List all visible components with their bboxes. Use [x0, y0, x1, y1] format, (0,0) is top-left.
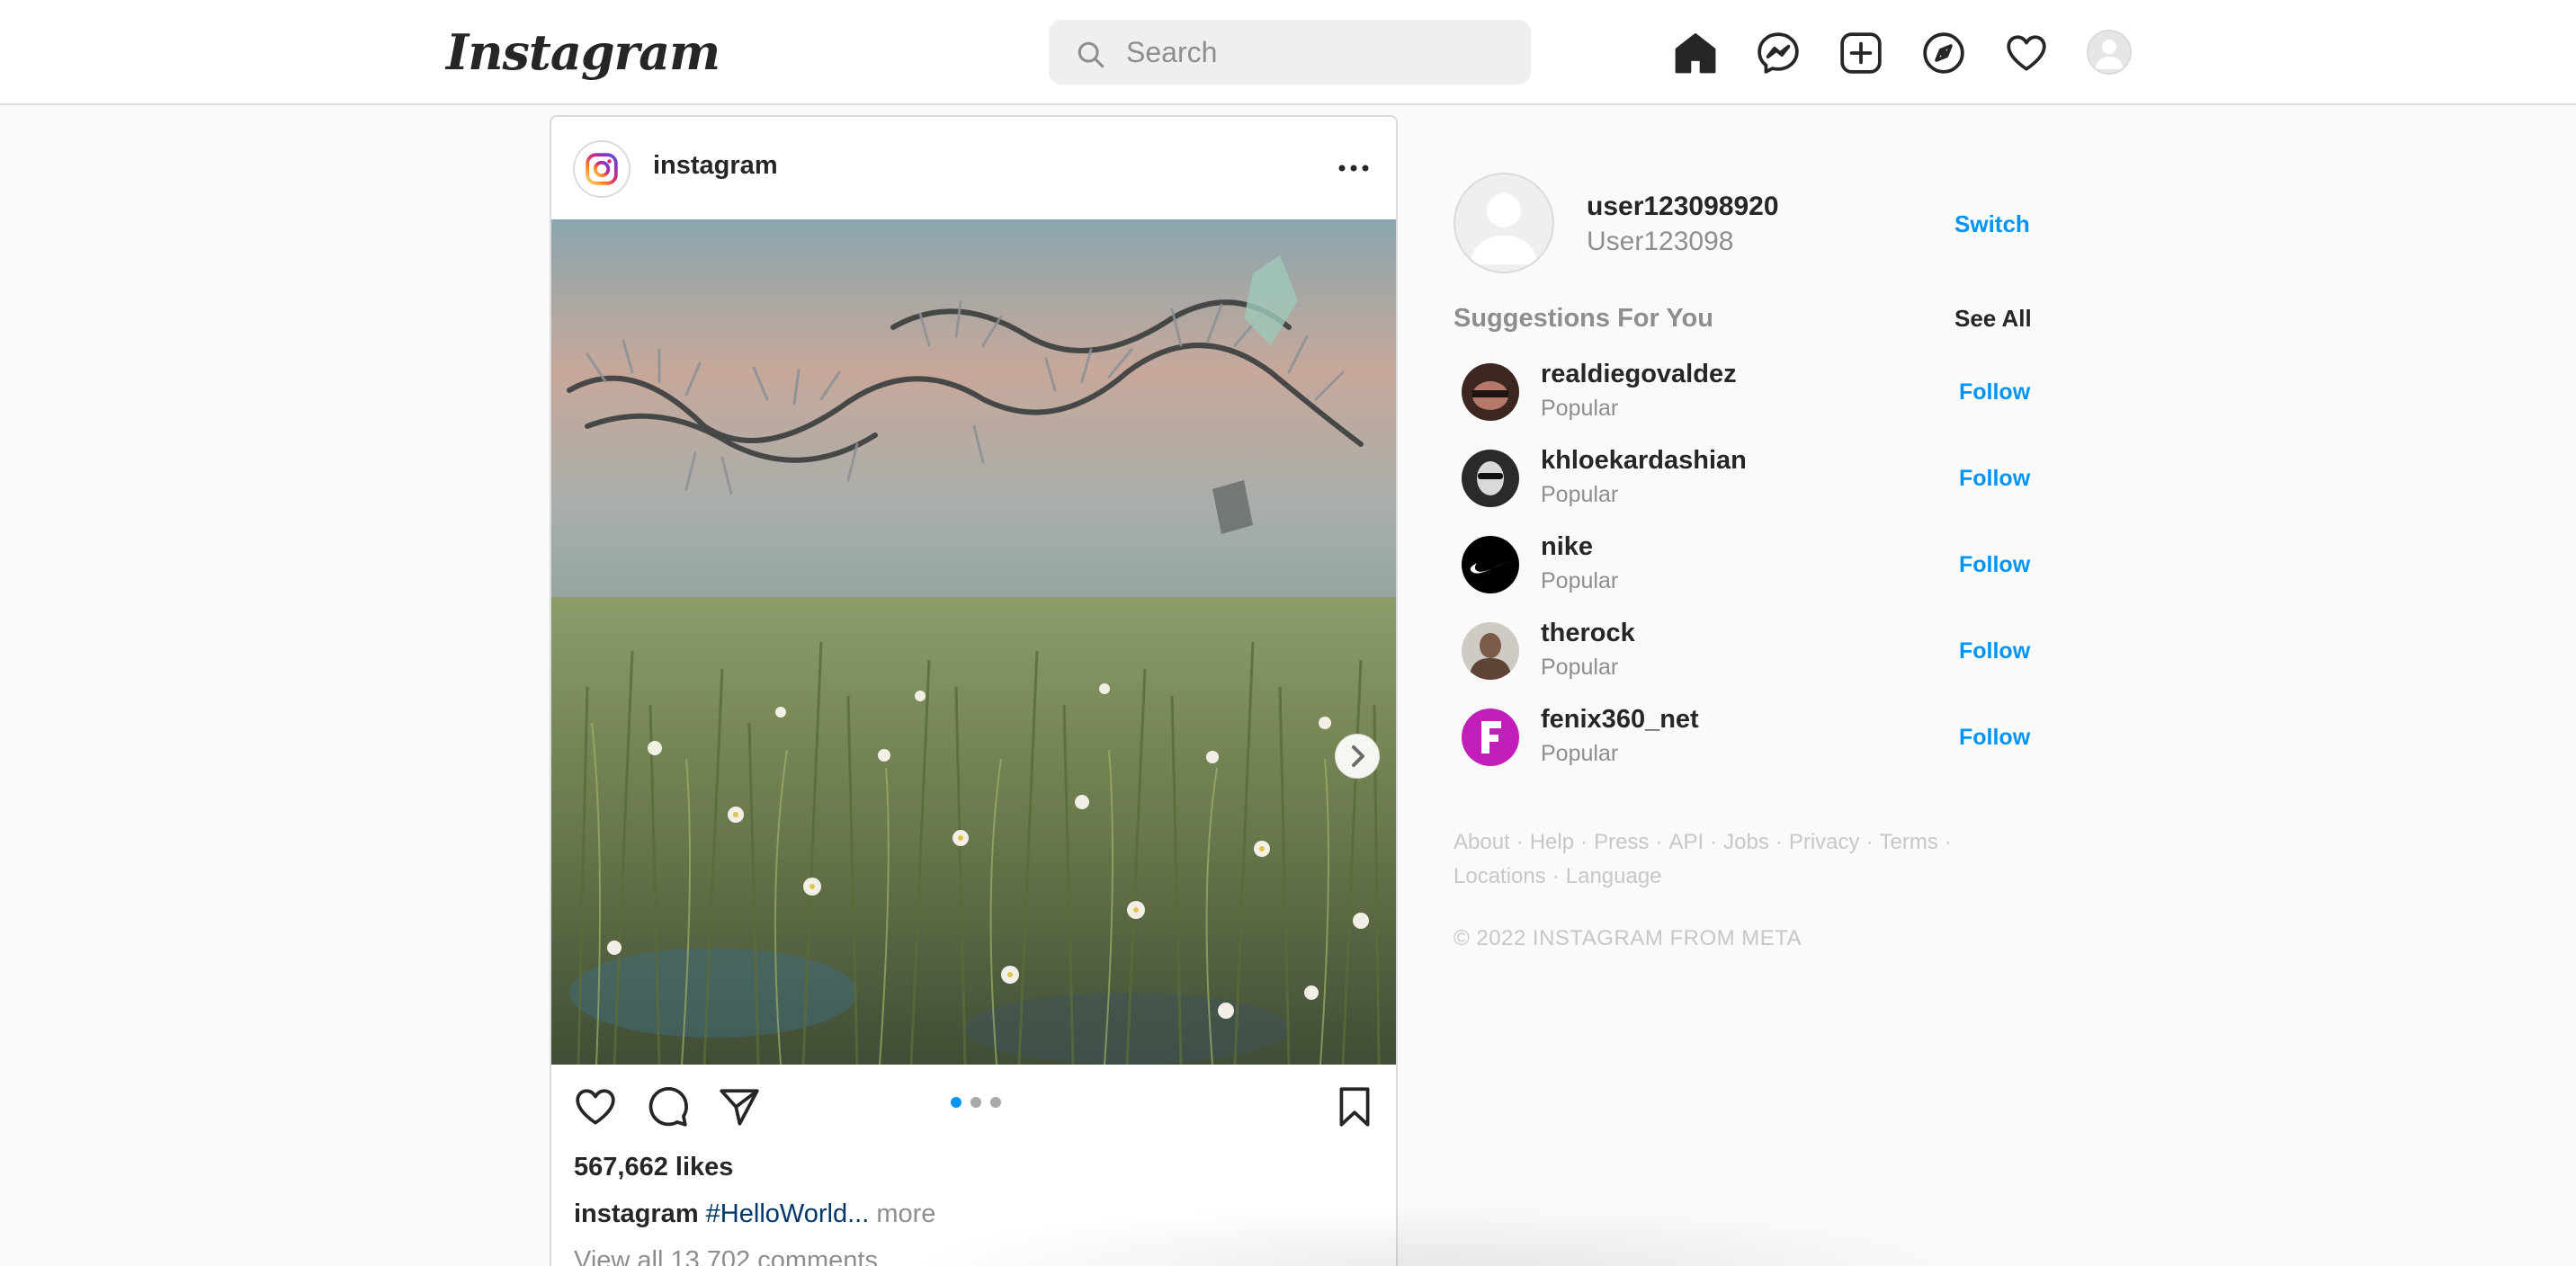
caption-hashtag[interactable]: #HelloWorld... — [706, 1199, 870, 1228]
suggestion-avatar[interactable] — [1462, 536, 1519, 593]
post-action-bar — [551, 1065, 1396, 1155]
carousel-dot — [970, 1097, 981, 1108]
messenger-icon[interactable] — [1756, 31, 1801, 76]
fenix-logo — [1462, 709, 1519, 766]
portrait-photo — [1462, 450, 1519, 507]
footer-link-api[interactable]: API — [1668, 830, 1704, 854]
suggestions-list: realdiegovaldez Popular Follow khloekard… — [1453, 356, 2030, 788]
suggestion-avatar[interactable] — [1462, 622, 1519, 680]
current-user-avatar[interactable] — [1453, 173, 1554, 273]
explore-icon[interactable] — [1921, 31, 1966, 76]
chevron-right-icon[interactable] — [1335, 734, 1380, 779]
suggestion-avatar[interactable] — [1462, 363, 1519, 421]
like-icon[interactable] — [573, 1084, 618, 1129]
suggestion-username[interactable]: fenix360_net — [1541, 705, 1699, 735]
footer-link-press[interactable]: Press — [1594, 830, 1649, 854]
view-all-comments-link[interactable]: View all 13,702 comments — [574, 1246, 878, 1266]
home-icon[interactable] — [1673, 31, 1718, 76]
likes-count[interactable]: 567,662 likes — [574, 1153, 733, 1182]
post-author-avatar[interactable] — [573, 140, 631, 198]
footer-link-privacy[interactable]: Privacy — [1789, 830, 1860, 854]
caption-more-link[interactable]: more — [876, 1199, 935, 1228]
post-image[interactable] — [551, 219, 1396, 1065]
footer-link-jobs[interactable]: Jobs — [1723, 830, 1769, 854]
portrait-photo — [1462, 363, 1519, 421]
carousel-dot-active — [951, 1097, 962, 1108]
new-post-icon[interactable] — [1838, 31, 1883, 76]
footer-link-language[interactable]: Language — [1566, 864, 1662, 888]
activity-heart-icon[interactable] — [2004, 31, 2049, 76]
suggestion-subtitle: Popular — [1541, 568, 1619, 593]
instagram-logo[interactable]: Instagram — [446, 20, 720, 85]
feed-post: instagram 567,662 likes instagram #Hello… — [550, 115, 1398, 1266]
suggestion-item: nike Popular Follow — [1453, 529, 2030, 615]
caption-username[interactable]: instagram — [574, 1199, 699, 1228]
post-caption: instagram #HelloWorld... more — [574, 1199, 935, 1229]
follow-button[interactable]: Follow — [1959, 725, 2030, 751]
search-box[interactable] — [1049, 20, 1531, 85]
copyright-text: © 2022 INSTAGRAM FROM META — [1453, 926, 1802, 950]
nike-swoosh-logo — [1462, 536, 1519, 593]
save-icon[interactable] — [1332, 1084, 1377, 1129]
suggestion-username[interactable]: realdiegovaldez — [1541, 360, 1737, 389]
footer-link-locations[interactable]: Locations — [1453, 864, 1546, 888]
default-user-icon — [1470, 193, 1538, 264]
instagram-glyph-icon — [586, 153, 618, 185]
comment-icon[interactable] — [645, 1084, 690, 1129]
follow-button[interactable]: Follow — [1959, 379, 2030, 406]
suggestion-subtitle: Popular — [1541, 741, 1619, 766]
suggestions-heading: Suggestions For You — [1453, 304, 1713, 333]
carousel-dot — [990, 1097, 1001, 1108]
suggestion-subtitle: Popular — [1541, 655, 1619, 680]
carousel-indicator — [951, 1097, 1005, 1110]
profile-avatar[interactable] — [2087, 30, 2132, 75]
suggestion-username[interactable]: khloekardashian — [1541, 446, 1747, 476]
follow-button[interactable]: Follow — [1959, 638, 2030, 664]
suggestion-username[interactable]: nike — [1541, 532, 1593, 562]
footer-link-about[interactable]: About — [1453, 830, 1510, 854]
current-user-username[interactable]: user123098920 — [1587, 192, 1779, 222]
follow-button[interactable]: Follow — [1959, 552, 2030, 578]
see-all-button[interactable]: See All — [1954, 305, 2032, 333]
follow-button[interactable]: Follow — [1959, 466, 2030, 492]
top-navigation-bar: Instagram — [0, 0, 2576, 105]
share-icon[interactable] — [717, 1084, 762, 1129]
suggestion-avatar[interactable] — [1462, 709, 1519, 766]
suggestion-username[interactable]: therock — [1541, 619, 1635, 648]
footer-links: About · Help · Press · API · Jobs · Privacy · Terms ·… — [1453, 830, 1952, 888]
post-author-username[interactable]: instagram — [653, 151, 778, 181]
suggestion-item: fenix360_net Popular Follow — [1453, 701, 2030, 788]
suggestion-avatar[interactable] — [1462, 450, 1519, 507]
suggestion-item: therock Popular Follow — [1453, 615, 2030, 701]
footer-link-terms[interactable]: Terms — [1880, 830, 1938, 854]
meadow-artwork — [551, 219, 1396, 1065]
current-user-fullname: User123098 — [1587, 227, 1734, 256]
search-input[interactable] — [1126, 20, 1513, 85]
more-options-icon[interactable] — [1336, 155, 1372, 182]
suggestion-subtitle: Popular — [1541, 482, 1619, 507]
footer-link-help[interactable]: Help — [1530, 830, 1574, 854]
suggestion-subtitle: Popular — [1541, 396, 1619, 421]
portrait-photo — [1462, 622, 1519, 680]
switch-account-button[interactable]: Switch — [1954, 210, 2030, 238]
suggestion-item: realdiegovaldez Popular Follow — [1453, 356, 2030, 442]
search-icon — [1078, 41, 1105, 68]
post-header: instagram — [551, 117, 1396, 219]
suggestion-item: khloekardashian Popular Follow — [1453, 442, 2030, 529]
default-user-icon — [2095, 40, 2124, 69]
